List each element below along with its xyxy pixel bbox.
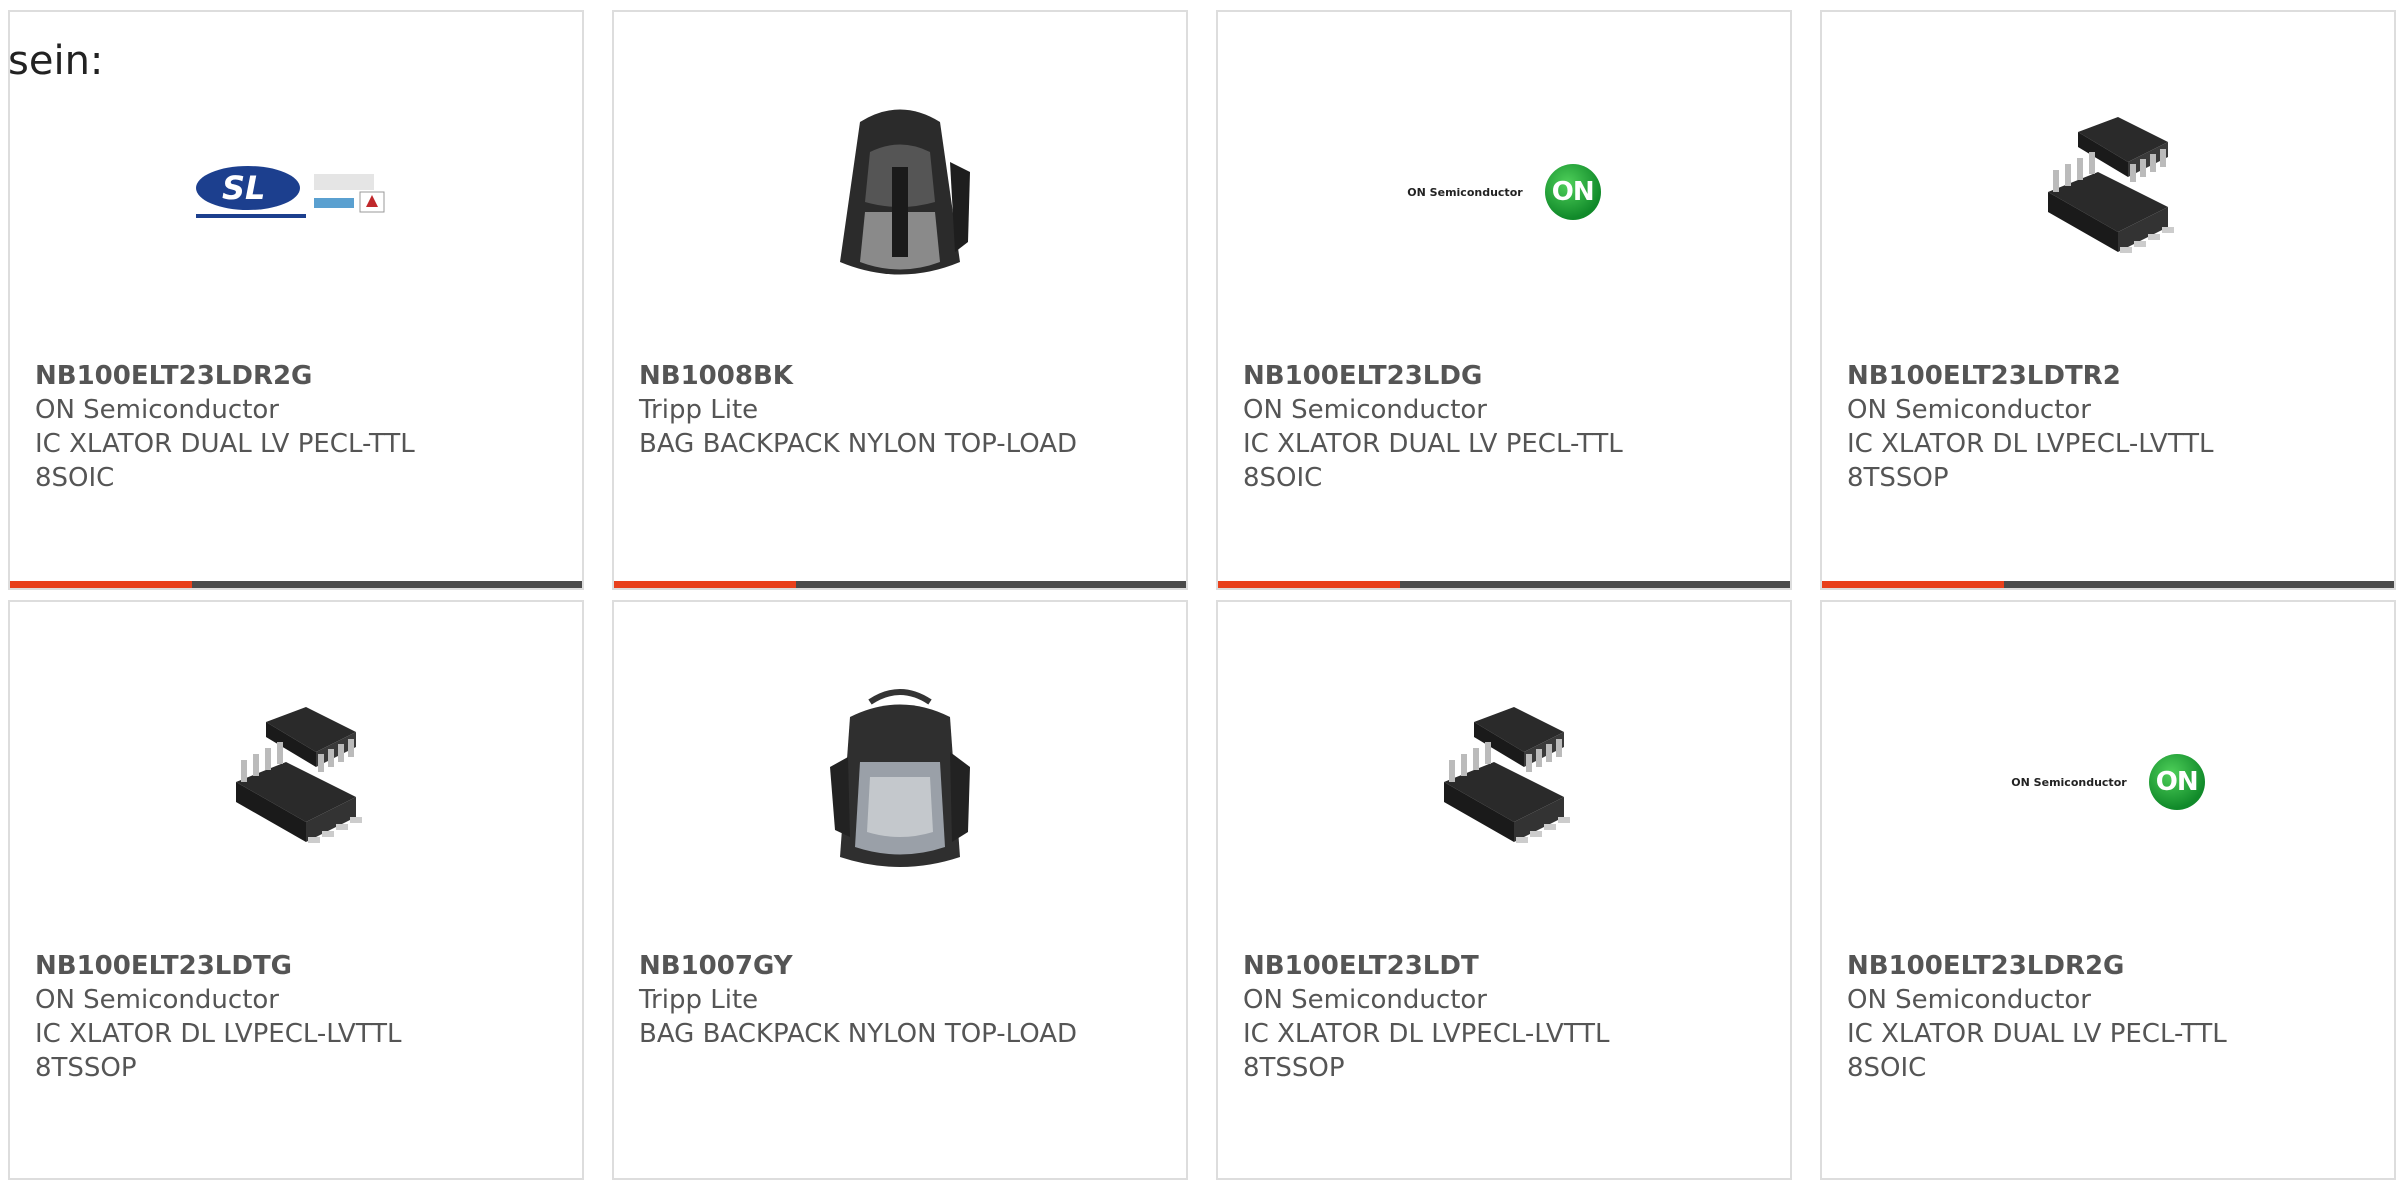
description: IC XLATOR DUAL LV PECL-TTL 8SOIC	[35, 429, 415, 493]
manufacturer: ON Semiconductor	[1243, 395, 1487, 425]
product-card[interactable]: NB100ELT23LDTR2 ON Semiconductor IC XLAT…	[1820, 10, 2396, 590]
card-accent-bar	[1822, 581, 2004, 588]
ic-chip-icon	[236, 707, 362, 843]
intro-text: sein:	[8, 38, 104, 84]
part-number-link[interactable]: NB100ELT23LDR2G	[35, 359, 485, 393]
card-accent-bar	[10, 581, 192, 588]
card-bottom-bar	[614, 581, 1186, 588]
manufacturer: Tripp Lite	[639, 985, 759, 1015]
part-number-link[interactable]: NB100ELT23LDTR2	[1847, 359, 2297, 393]
manufacturer: ON Semiconductor	[1847, 985, 2091, 1015]
ic-chip-icon	[1444, 707, 1570, 843]
manufacturer: Tripp Lite	[639, 395, 759, 425]
on-semi-logo-text: ON Semiconductor	[2011, 775, 2127, 789]
part-number-link[interactable]: NB100ELT23LDR2G	[1847, 949, 2297, 983]
description: IC XLATOR DL LVPECL-LVTTL 8TSSOP	[1243, 1019, 1610, 1083]
product-image[interactable]	[1218, 672, 1790, 892]
description: BAG BACKPACK NYLON TOP-LOAD	[639, 429, 1078, 459]
manufacturer: ON Semiconductor	[35, 985, 279, 1015]
part-number-link[interactable]: NB1008BK	[639, 359, 1089, 393]
part-number-link[interactable]: NB1007GY	[639, 949, 1089, 983]
part-number-link[interactable]: NB100ELT23LDT	[1243, 949, 1693, 983]
product-image[interactable]: SL	[10, 82, 582, 302]
description: IC XLATOR DUAL LV PECL-TTL 8SOIC	[1243, 429, 1623, 493]
product-card[interactable]: NB100ELT23LDT ON Semiconductor IC XLATOR…	[1216, 600, 1792, 1180]
product-image[interactable]: ON Semiconductor ON	[1822, 672, 2394, 892]
on-semi-logo-text: ON Semiconductor	[1407, 185, 1523, 199]
part-number-link[interactable]: NB100ELT23LDTG	[35, 949, 485, 983]
product-card[interactable]: ON Semiconductor ON NB100ELT23LDG ON Sem…	[1216, 10, 1792, 590]
manufacturer: ON Semiconductor	[1847, 395, 2091, 425]
card-accent-bar	[1218, 581, 1400, 588]
sl-logo-text: SL	[222, 169, 265, 207]
product-image[interactable]: ON Semiconductor ON	[1218, 82, 1790, 302]
backpack-icon	[830, 689, 970, 867]
description: BAG BACKPACK NYLON TOP-LOAD	[639, 1019, 1078, 1049]
card-bottom-bar	[1218, 581, 1790, 588]
product-card[interactable]: NB100ELT23LDTG ON Semiconductor IC XLATO…	[8, 600, 584, 1180]
product-image[interactable]	[1822, 82, 2394, 302]
product-card[interactable]: SL NB100ELT23LDR2G ON Semiconductor IC X…	[8, 10, 584, 590]
card-bottom-bar	[1822, 581, 2394, 588]
manufacturer: ON Semiconductor	[1243, 985, 1487, 1015]
description: IC XLATOR DL LVPECL-LVTTL 8TSSOP	[1847, 429, 2214, 493]
on-semi-badge: ON	[2148, 754, 2205, 810]
manufacturer: ON Semiconductor	[35, 395, 279, 425]
backpack-icon	[840, 109, 970, 275]
card-accent-bar	[614, 581, 796, 588]
on-semi-logo-icon: ON Semiconductor ON	[1407, 164, 1601, 220]
sl-power-logo-icon: SL	[196, 166, 385, 218]
product-image[interactable]	[614, 672, 1186, 892]
product-card[interactable]: NB1007GY Tripp Lite BAG BACKPACK NYLON T…	[612, 600, 1188, 1180]
description: IC XLATOR DL LVPECL-LVTTL 8TSSOP	[35, 1019, 402, 1083]
card-bottom-bar	[10, 581, 582, 588]
product-card[interactable]: ON Semiconductor ON NB100ELT23LDR2G ON S…	[1820, 600, 2396, 1180]
on-semi-badge: ON	[1544, 164, 1601, 220]
description: IC XLATOR DUAL LV PECL-TTL 8SOIC	[1847, 1019, 2227, 1083]
product-card[interactable]: NB1008BK Tripp Lite BAG BACKPACK NYLON T…	[612, 10, 1188, 590]
on-semi-logo-icon: ON Semiconductor ON	[2011, 754, 2205, 810]
product-image[interactable]	[614, 82, 1186, 302]
product-image[interactable]	[10, 672, 582, 892]
part-number-link[interactable]: NB100ELT23LDG	[1243, 359, 1693, 393]
ic-chip-icon	[2048, 117, 2174, 253]
